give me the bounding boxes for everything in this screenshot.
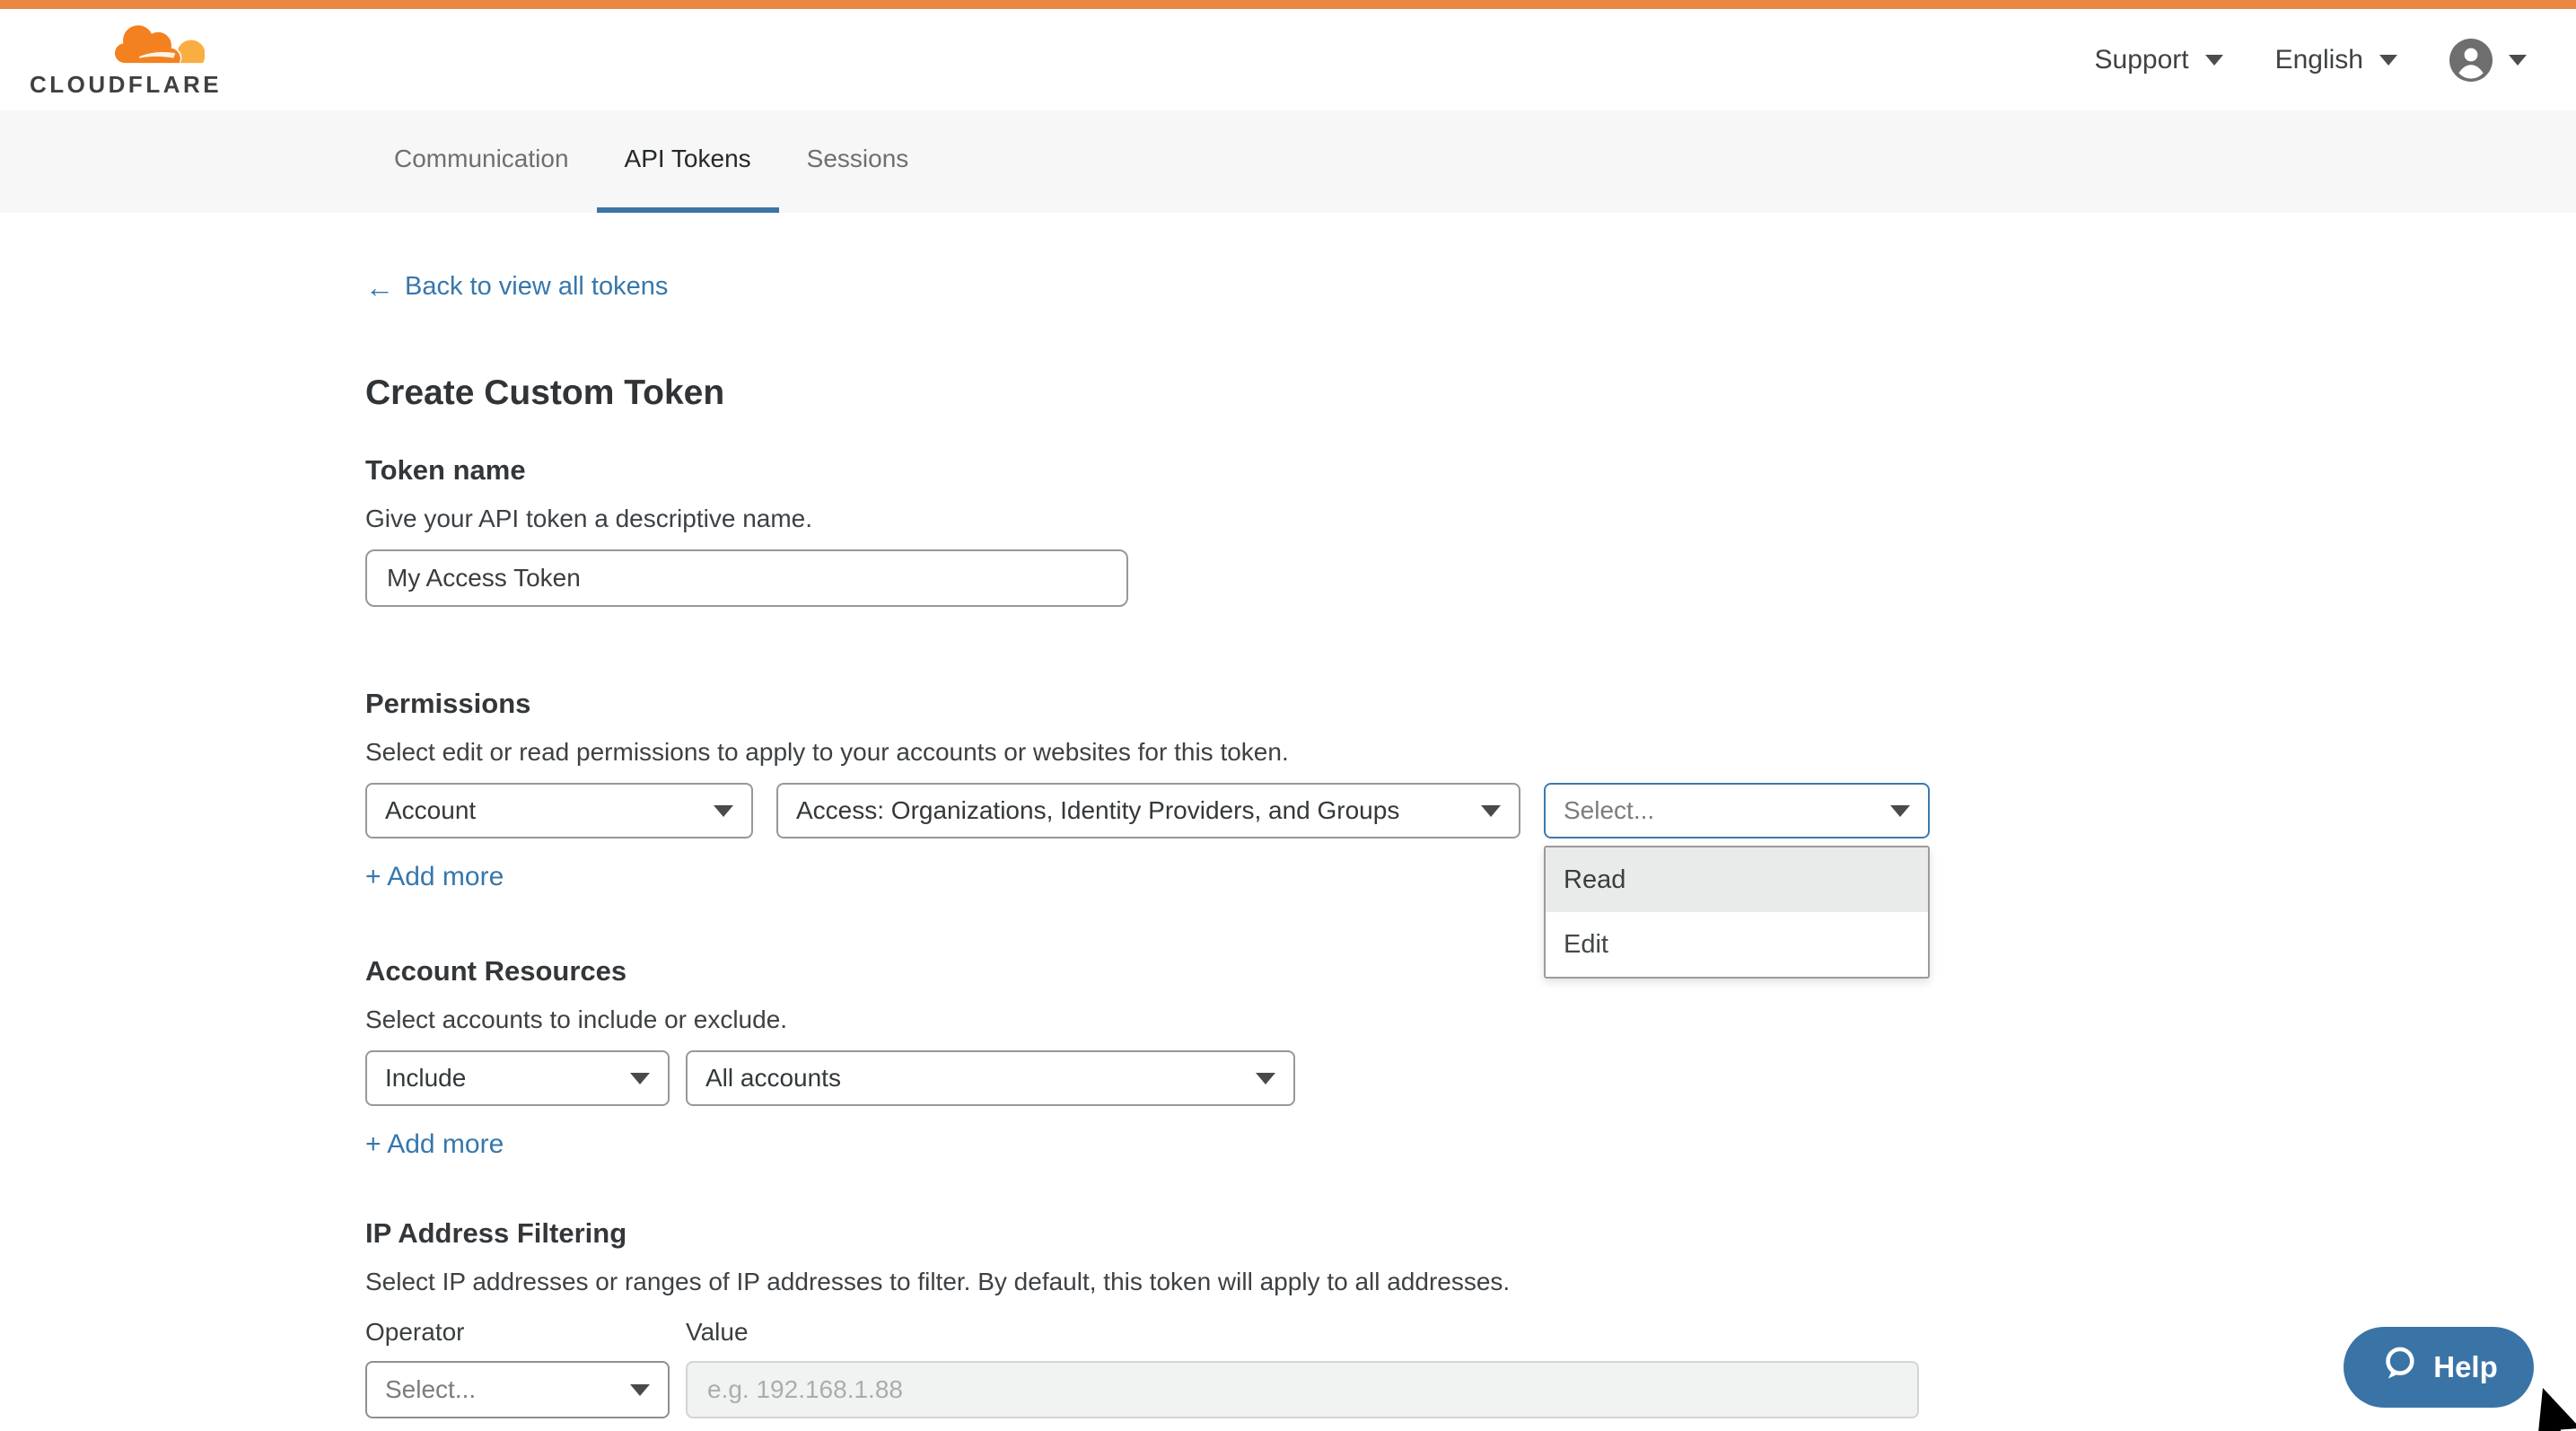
permissions-description: Select edit or read permissions to apply… <box>365 738 2211 767</box>
tab-api-tokens[interactable]: API Tokens <box>597 110 779 213</box>
chevron-down-icon <box>1481 805 1501 817</box>
account-resources-section: Account Resources Select accounts to inc… <box>365 955 2211 1160</box>
user-icon <box>2449 39 2493 82</box>
mouse-cursor <box>2535 1388 2576 1431</box>
permission-scope-select[interactable]: Account <box>365 783 753 838</box>
permission-level-menu: Read Edit <box>1544 846 1930 979</box>
header: CLOUDFLARE Support English <box>0 9 2576 110</box>
ip-filtering-section: IP Address Filtering Select IP addresses… <box>365 1217 2211 1418</box>
resource-accounts-select[interactable]: All accounts <box>686 1050 1295 1106</box>
chevron-down-icon <box>1890 805 1910 817</box>
main-content: ← Back to view all tokens Create Custom … <box>0 213 2576 1418</box>
operator-field: Operator Select... <box>365 1318 670 1418</box>
operator-label: Operator <box>365 1318 670 1347</box>
value-label: Value <box>686 1318 1919 1347</box>
support-menu[interactable]: Support <box>2095 45 2223 75</box>
permission-scope-value: Account <box>385 796 476 825</box>
account-resources-description: Select accounts to include or exclude. <box>365 1005 2211 1034</box>
permissions-add-more-link[interactable]: + Add more <box>365 862 504 892</box>
language-menu[interactable]: English <box>2275 45 2397 75</box>
permissions-section: Permissions Select edit or read permissi… <box>365 688 2211 892</box>
token-name-description: Give your API token a descriptive name. <box>365 505 2211 533</box>
account-menu[interactable] <box>2449 39 2527 82</box>
token-name-input[interactable] <box>365 549 1128 607</box>
top-accent-bar <box>0 0 2576 9</box>
brand-wordmark: CLOUDFLARE <box>30 73 222 96</box>
chevron-down-icon <box>2205 55 2223 66</box>
chevron-down-icon <box>630 1384 650 1396</box>
chevron-down-icon <box>2509 55 2527 66</box>
chat-icon <box>2379 1344 2419 1391</box>
permission-group-value: Access: Organizations, Identity Provider… <box>796 796 1399 825</box>
ip-filtering-heading: IP Address Filtering <box>365 1217 2211 1250</box>
language-menu-label: English <box>2275 45 2363 75</box>
resource-mode-value: Include <box>385 1064 466 1093</box>
tab-communication[interactable]: Communication <box>366 110 597 213</box>
ip-filtering-description: Select IP addresses or ranges of IP addr… <box>365 1268 2211 1296</box>
ip-value-input[interactable] <box>686 1361 1919 1418</box>
back-to-tokens-link[interactable]: ← Back to view all tokens <box>365 272 668 302</box>
account-resources-row: Include All accounts <box>365 1050 2211 1106</box>
operator-value: Select... <box>385 1375 476 1404</box>
support-menu-label: Support <box>2095 45 2189 75</box>
cloudflare-logo[interactable]: CLOUDFLARE <box>30 24 222 96</box>
permission-level-select[interactable]: Select... <box>1544 783 1930 838</box>
account-resources-add-more-link[interactable]: + Add more <box>365 1129 504 1160</box>
header-nav: Support English <box>2043 39 2527 82</box>
operator-select[interactable]: Select... <box>365 1361 670 1418</box>
menu-option-read[interactable]: Read <box>1546 847 1928 912</box>
resource-accounts-value: All accounts <box>705 1064 841 1093</box>
token-name-section: Token name Give your API token a descrip… <box>365 454 2211 607</box>
profile-tabs: Communication API Tokens Sessions <box>0 110 2576 213</box>
permission-level-value: Select... <box>1564 796 1654 825</box>
chevron-down-icon <box>714 805 733 817</box>
account-resources-heading: Account Resources <box>365 955 2211 988</box>
tab-sessions[interactable]: Sessions <box>779 110 937 213</box>
value-field: Value <box>686 1318 1919 1418</box>
ip-filtering-row: Operator Select... Value <box>365 1318 2211 1418</box>
chevron-down-icon <box>1256 1073 1275 1084</box>
chevron-down-icon <box>630 1073 650 1084</box>
permissions-row: Account Access: Organizations, Identity … <box>365 783 2211 838</box>
menu-option-edit[interactable]: Edit <box>1546 912 1928 977</box>
cloudflare-cloud-icon <box>30 24 222 73</box>
chevron-down-icon <box>2379 55 2397 66</box>
token-name-label: Token name <box>365 454 2211 487</box>
permission-level-wrap: Select... Read Edit <box>1544 783 1930 838</box>
help-button-label: Help <box>2433 1350 2498 1384</box>
permissions-heading: Permissions <box>365 688 2211 720</box>
permission-group-select[interactable]: Access: Organizations, Identity Provider… <box>776 783 1520 838</box>
resource-mode-select[interactable]: Include <box>365 1050 670 1106</box>
page-title: Create Custom Token <box>365 373 2211 413</box>
help-button[interactable]: Help <box>2344 1327 2534 1408</box>
back-link-label: Back to view all tokens <box>405 272 668 302</box>
back-arrow-icon: ← <box>365 273 394 302</box>
